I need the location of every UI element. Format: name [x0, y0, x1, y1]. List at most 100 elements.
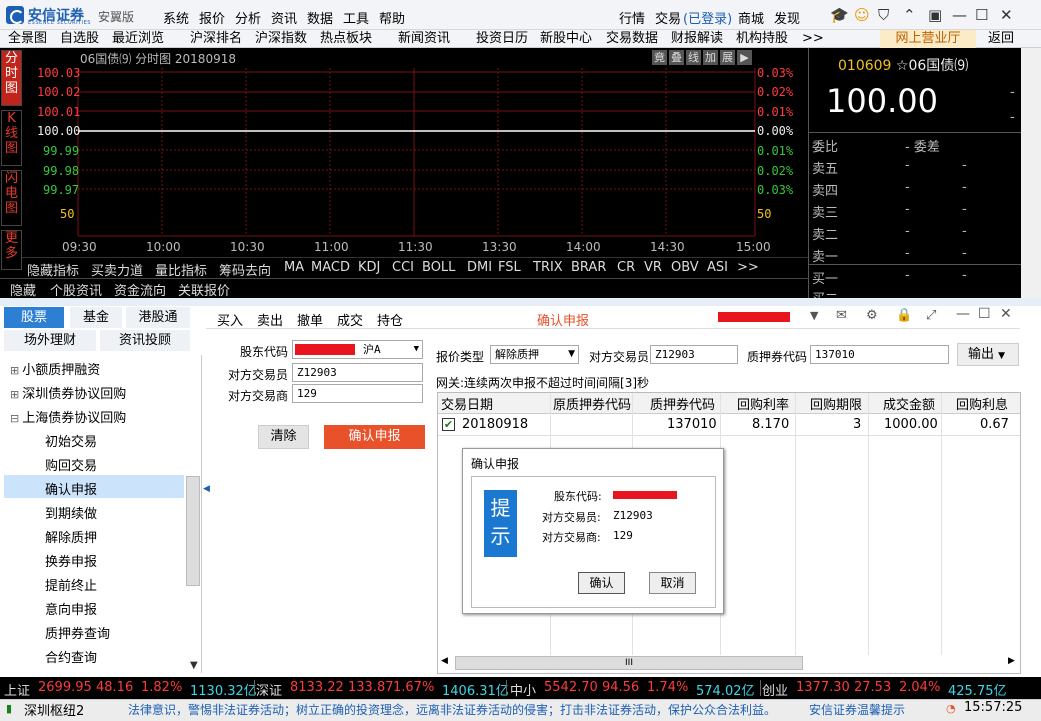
tab-deals[interactable]: 成交 — [337, 310, 363, 329]
col-header-rate[interactable]: 回购利率 — [737, 394, 789, 413]
toolbar-ipo[interactable]: 新股中心 — [540, 30, 592, 48]
tab-intraday[interactable]: 分时图 — [1, 50, 22, 106]
indicator-dmi[interactable]: DMI — [467, 260, 492, 275]
restore-small-icon[interactable]: ▣ — [928, 6, 942, 24]
toolbar-ranking[interactable]: 沪深排名 — [190, 30, 242, 48]
chart-btn-line[interactable]: 线 — [686, 50, 701, 65]
toolbar-calendar[interactable]: 投资日历 — [476, 30, 528, 48]
row-checkbox[interactable]: ✔ — [442, 418, 455, 431]
toolbar-watchlist[interactable]: 自选股 — [60, 30, 99, 48]
account-dropdown-icon[interactable]: ▼ — [810, 309, 818, 322]
right-scrollbar[interactable] — [1021, 48, 1041, 298]
ticker-name[interactable]: 深证 — [256, 680, 282, 699]
menu-quote[interactable]: 报价 — [199, 8, 225, 27]
tab-buy[interactable]: 买入 — [217, 310, 243, 329]
expand-icon[interactable]: ⊞ — [10, 364, 19, 377]
tree-scrollbar[interactable] — [186, 476, 200, 586]
tab-cancel[interactable]: 撤单 — [297, 310, 323, 329]
menu-tools[interactable]: 工具 — [343, 8, 369, 27]
menu-data[interactable]: 数据 — [307, 8, 333, 27]
chart-btn-add[interactable]: 加 — [703, 50, 718, 65]
chart-btn-play[interactable]: ▶ — [737, 50, 752, 65]
chevron-up-icon[interactable]: ⌃ — [903, 6, 916, 24]
indicator-brar[interactable]: BRAR — [571, 260, 606, 275]
confirm-report-button[interactable]: 确认申报 — [324, 425, 425, 449]
menu-system[interactable]: 系统 — [163, 8, 189, 27]
indicator-cr[interactable]: CR — [617, 260, 635, 275]
tree-item[interactable]: ⊞ 深圳债券协议回购 — [10, 383, 126, 402]
col-header-term[interactable]: 回购期限 — [810, 394, 862, 413]
login-state[interactable]: (已登录) — [683, 8, 732, 27]
tree-item[interactable]: 购回交易 — [45, 455, 97, 474]
ticker-name[interactable]: 创业 — [762, 680, 788, 699]
toolbar-hot-sectors[interactable]: 热点板块 — [320, 30, 372, 48]
trader-input[interactable]: Z12903 — [292, 363, 423, 382]
mail-icon[interactable]: ✉ — [836, 308, 847, 323]
tab-otc-finance[interactable]: 场外理财 — [4, 330, 96, 351]
indicator-cci[interactable]: CCI — [392, 260, 414, 275]
graduation-icon[interactable]: 🎓 — [830, 6, 849, 24]
tab-more[interactable]: 更多 — [1, 230, 22, 270]
info-tab-hide[interactable]: 隐藏 — [10, 280, 36, 299]
indicator-volume-ratio[interactable]: 量比指标 — [155, 260, 207, 279]
tree-item[interactable]: ⊞ 小额质押融资 — [10, 359, 100, 378]
tree-item[interactable]: ⊟ 上海债券协议回购 — [10, 407, 126, 426]
collapse-panel-icon[interactable]: ◀ — [203, 484, 210, 494]
indicator-obv[interactable]: OBV — [671, 260, 699, 275]
info-tab-news[interactable]: 个股资讯 — [50, 280, 102, 299]
tab-advisory[interactable]: 资讯投顾 — [100, 330, 190, 351]
indicator-kdj[interactable]: KDJ — [358, 260, 380, 275]
col-header-amount[interactable]: 成交金额 — [883, 394, 935, 413]
server-name[interactable]: 深圳枢纽2 — [24, 700, 84, 719]
tree-item[interactable]: 初始交易 — [45, 431, 97, 450]
close-icon[interactable]: ✕ — [1000, 6, 1013, 24]
indicator-chips[interactable]: 筹码去向 — [219, 260, 271, 279]
menu-market[interactable]: 行情 — [619, 8, 645, 27]
chart-btn-expand[interactable]: 展 — [720, 50, 735, 65]
panel-close-icon[interactable]: ✕ — [1000, 306, 1012, 322]
tree-item[interactable]: 提前终止 — [45, 575, 97, 594]
info-tab-related[interactable]: 关联报价 — [178, 280, 230, 299]
maximize-icon[interactable]: ☐ — [975, 6, 988, 24]
shareholder-select[interactable]: 沪A ▼ — [292, 340, 423, 359]
ticker-name[interactable]: 上证 — [4, 680, 30, 699]
pledge-code-input[interactable]: 137010 — [810, 345, 949, 364]
info-tab-capital-flow[interactable]: 资金流向 — [114, 280, 166, 299]
indicator-fsl[interactable]: FSL — [498, 260, 521, 275]
toolbar-institutions[interactable]: 机构持股 — [736, 30, 788, 48]
tree-item[interactable]: 到期续做 — [45, 503, 97, 522]
indicator-hide[interactable]: 隐藏指标 — [27, 260, 79, 279]
menu-help[interactable]: 帮助 — [379, 8, 405, 27]
tree-item[interactable]: 意向申报 — [45, 599, 97, 618]
dealer-input[interactable]: 129 — [292, 384, 423, 403]
tree-item[interactable]: 质押券查询 — [45, 623, 110, 642]
tree-item[interactable]: 合约查询 — [45, 647, 97, 666]
tab-kline[interactable]: K线图 — [1, 110, 22, 166]
indicator-macd[interactable]: MACD — [311, 260, 350, 275]
dialog-ok-button[interactable]: 确认 — [578, 572, 625, 594]
panel-minimize-icon[interactable]: — — [956, 306, 970, 322]
ticker-name[interactable]: 中小 — [510, 680, 536, 699]
tab-hk-connect[interactable]: 港股通 — [126, 307, 190, 328]
chart-btn-compete[interactable]: 竟 — [652, 50, 667, 65]
smile-icon[interactable]: ☺ — [854, 6, 870, 24]
tree-item[interactable]: 确认申报 — [45, 479, 97, 498]
toolbar-reports[interactable]: 财报解读 — [671, 30, 723, 48]
indicator-boll[interactable]: BOLL — [422, 260, 455, 275]
back-button[interactable]: 返回 — [988, 30, 1014, 48]
indicator-ma[interactable]: MA — [284, 260, 304, 275]
toolbar-recent[interactable]: 最近浏览 — [112, 30, 164, 48]
col-header-orig-code[interactable]: 原质押券代码 — [553, 394, 631, 413]
col-header-interest[interactable]: 回购利息 — [956, 394, 1008, 413]
clear-button[interactable]: 清除 — [258, 425, 309, 449]
menu-analysis[interactable]: 分析 — [235, 8, 261, 27]
toolbar-panorama[interactable]: 全景图 — [8, 30, 47, 48]
tab-sell[interactable]: 卖出 — [257, 310, 283, 329]
tab-flash[interactable]: 闪电图 — [1, 170, 22, 226]
indicator-vr[interactable]: VR — [644, 260, 662, 275]
shirt-icon[interactable]: ⛉ — [878, 6, 889, 24]
horizontal-scrollbar[interactable]: III — [455, 656, 803, 670]
minimize-icon[interactable]: — — [952, 6, 967, 24]
indicator-trix[interactable]: TRIX — [533, 260, 563, 275]
indicator-asi[interactable]: ASI — [707, 260, 728, 275]
